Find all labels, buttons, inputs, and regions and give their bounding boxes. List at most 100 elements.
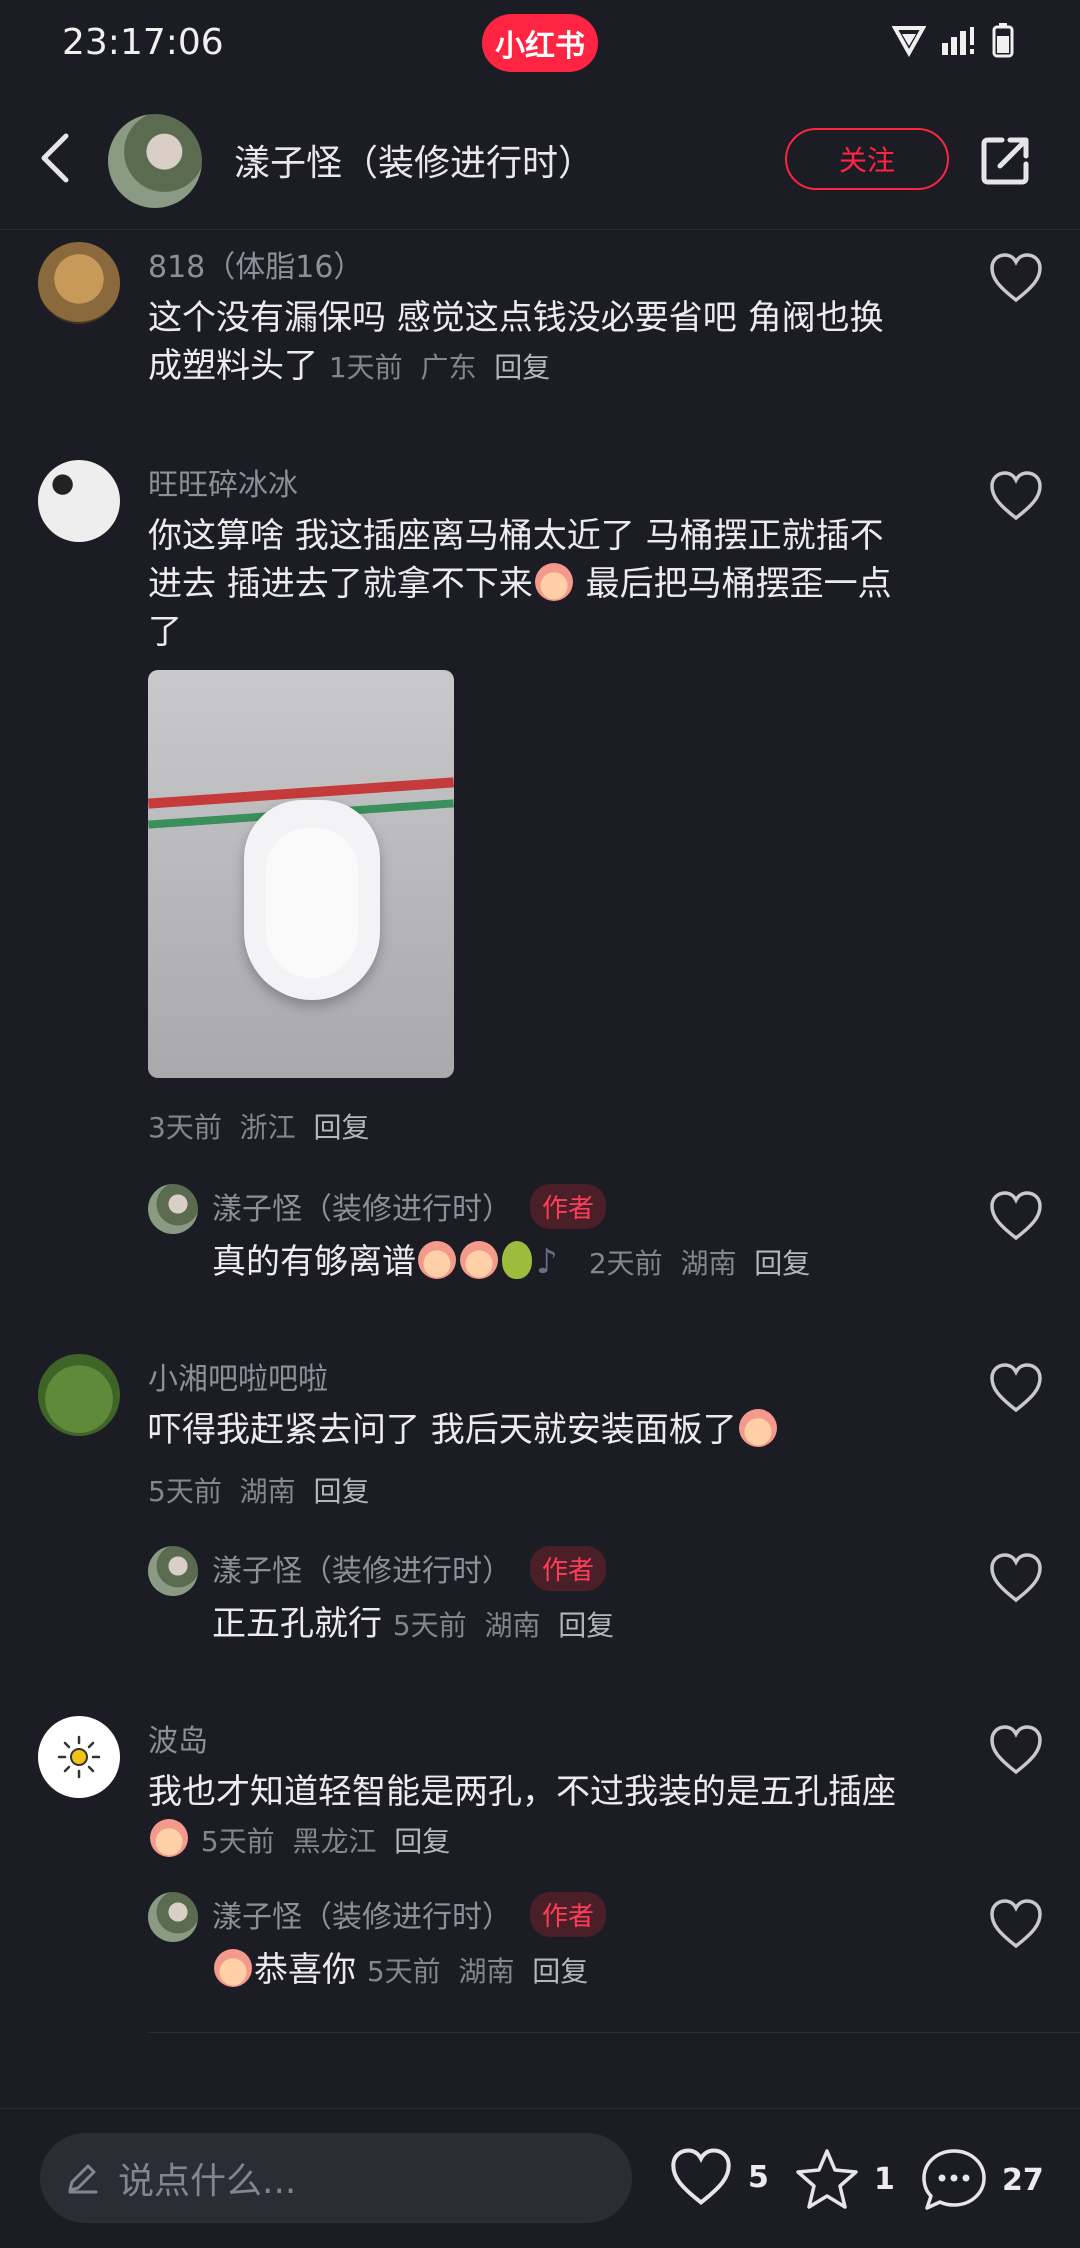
reply-button[interactable]: 回复 [313, 1475, 369, 1508]
reply-author-name: 漾子怪（装修进行时） [212, 1554, 512, 1589]
heart-icon[interactable] [988, 1898, 1044, 1950]
reply-button[interactable]: 回复 [494, 351, 550, 384]
reply-text[interactable]: 恭喜你 5天前 湖南 回复 [212, 1946, 588, 1996]
reply-meta: 5天前 湖南 回复 [393, 1609, 614, 1642]
commenter-avatar[interactable] [38, 460, 120, 542]
comments-button[interactable]: 27 [920, 2147, 1044, 2213]
reply-button[interactable]: 回复 [532, 1955, 588, 1988]
reply-text[interactable]: 正五孔就行 5天前 湖南 回复 [212, 1600, 614, 1650]
bottom-action-bar: 说点什么... 5 1 27 [0, 2108, 1080, 2248]
comment-meta: 3天前 浙江 回复 [148, 1106, 369, 1146]
collect-button[interactable]: 1 [794, 2147, 895, 2211]
reply-author[interactable]: 漾子怪（装修进行时） 作者 [212, 1184, 607, 1229]
heart-icon[interactable] [988, 1362, 1044, 1414]
comment-text-line: 成塑料头了 1天前 广东 回复 [148, 342, 884, 392]
comment-location: 黑龙江 [292, 1825, 377, 1858]
reply-author-name: 漾子怪（装修进行时） [212, 1900, 512, 1935]
heart-icon[interactable] [988, 1724, 1044, 1776]
comment-text[interactable]: 我也才知道轻智能是两孔，不过我装的是五孔插座 5天前 黑龙江 回复 [148, 1768, 896, 1866]
comment-photo[interactable] [148, 670, 454, 1078]
comment-input[interactable]: 说点什么... [40, 2133, 632, 2223]
app-badge: 小红书 [482, 14, 598, 72]
heart-icon[interactable] [988, 1190, 1044, 1242]
signal-icon [942, 27, 974, 55]
commenter-name[interactable]: 波岛 [148, 1716, 208, 1760]
music-note-icon: ♪ [536, 1242, 558, 1282]
commenter-name[interactable]: 旺旺碎冰冰 [148, 460, 298, 504]
comment-location: 湖南 [458, 1955, 515, 1988]
follow-button[interactable]: 关注 [785, 128, 949, 190]
reply-text-content: 恭喜你 [254, 1950, 356, 1990]
sun-icon [57, 1735, 101, 1779]
pear-emoji-icon [502, 1241, 532, 1279]
back-button[interactable] [30, 128, 80, 188]
like-button[interactable]: 5 [668, 2147, 769, 2207]
reply-author-name: 漾子怪（装修进行时） [212, 1192, 512, 1227]
reply-author[interactable]: 漾子怪（装修进行时） 作者 [212, 1892, 607, 1937]
commenter-avatar[interactable] [38, 1354, 120, 1436]
heart-icon[interactable] [988, 470, 1044, 522]
status-icons [892, 22, 1014, 58]
comment-location: 浙江 [239, 1111, 296, 1144]
comment-text-line: 你这算啥 我这插座离马桶太近了 马桶摆正就插不 [148, 516, 884, 556]
collect-count: 1 [874, 2161, 895, 2197]
comment-text-part: 最后把马桶摆歪一点 [574, 564, 892, 604]
reply-meta: 2天前 湖南 回复 [589, 1247, 810, 1280]
share-button[interactable] [978, 132, 1034, 188]
like-count: 5 [748, 2159, 769, 2195]
comment-count: 27 [1002, 2162, 1044, 2198]
comment-time: 1天前 [328, 351, 403, 384]
commenter-name[interactable]: 818（体脂16） [148, 242, 363, 286]
comment-time: 5天前 [148, 1475, 222, 1508]
comment-location: 广东 [420, 351, 477, 384]
star-icon [796, 2149, 858, 2209]
commenter-name[interactable]: 小湘吧啦吧啦 [148, 1354, 328, 1398]
comment-meta: 1天前 广东 回复 [329, 351, 550, 384]
comment-text-content: 吓得我赶紧去问了 我后天就安装面板了 [148, 1410, 737, 1450]
comment-text[interactable]: 这个没有漏保吗 感觉这点钱没必要省吧 角阀也换 成塑料头了 1天前 广东 回复 [148, 294, 884, 392]
chevron-left-icon [41, 133, 69, 183]
reply-button[interactable]: 回复 [313, 1111, 369, 1144]
comment-time: 5天前 [366, 1955, 441, 1988]
reply-button[interactable]: 回复 [754, 1247, 810, 1280]
author-avatar[interactable] [108, 114, 202, 208]
heart-icon[interactable] [988, 252, 1044, 304]
comment-time: 2天前 [588, 1247, 663, 1280]
crying-emoji-icon [534, 563, 573, 601]
reply-avatar[interactable] [148, 1184, 198, 1234]
status-time: 23:17:06 [62, 22, 224, 63]
heart-icon[interactable] [988, 1552, 1044, 1604]
comment-text-line: 了 [148, 612, 182, 652]
pencil-icon [68, 2164, 98, 2194]
comment-text-line: 5天前 黑龙江 回复 [148, 1816, 896, 1866]
author-tag: 作者 [530, 1892, 607, 1937]
author-name[interactable]: 漾子怪（装修进行时） [234, 134, 594, 186]
reply-button[interactable]: 回复 [558, 1609, 614, 1642]
crying-emoji-icon [418, 1241, 456, 1279]
commenter-avatar[interactable] [38, 1716, 120, 1798]
reply-button[interactable]: 回复 [394, 1825, 450, 1858]
reply-author[interactable]: 漾子怪（装修进行时） 作者 [212, 1546, 607, 1591]
reply-text-content: 真的有够离谱 [212, 1242, 416, 1282]
crying-emoji-icon [460, 1241, 498, 1279]
status-bar: 23:17:06 小红书 [0, 0, 1080, 90]
comment-text[interactable]: 你这算啥 我这插座离马桶太近了 马桶摆正就插不 进去 插进去了就拿不下来 最后把… [148, 512, 892, 656]
comment-location: 湖南 [680, 1247, 737, 1280]
comment-text[interactable]: 吓得我赶紧去问了 我后天就安装面板了 [148, 1406, 779, 1454]
heart-icon [671, 2148, 731, 2205]
photo-detail [266, 828, 358, 978]
crying-emoji-icon [214, 1949, 252, 1987]
reply-avatar[interactable] [148, 1546, 198, 1596]
comment-text-line: 这个没有漏保吗 感觉这点钱没必要省吧 角阀也换 [148, 298, 884, 338]
comment-location: 湖南 [239, 1475, 296, 1508]
reply-text[interactable]: 真的有够离谱 ♪ 2天前 湖南 回复 [212, 1238, 810, 1288]
commenter-avatar[interactable] [38, 242, 120, 324]
battery-icon [992, 23, 1014, 58]
share-icon [981, 137, 1029, 185]
reply-meta: 5天前 湖南 回复 [367, 1955, 588, 1988]
comment-meta: 5天前 黑龙江 回复 [201, 1825, 450, 1858]
comment-text-line: 进去 插进去了就拿不下来 最后把马桶摆歪一点 [148, 560, 892, 608]
reply-avatar[interactable] [148, 1892, 198, 1942]
divider [148, 2032, 1080, 2033]
comment-input-placeholder: 说点什么... [118, 2161, 297, 2202]
